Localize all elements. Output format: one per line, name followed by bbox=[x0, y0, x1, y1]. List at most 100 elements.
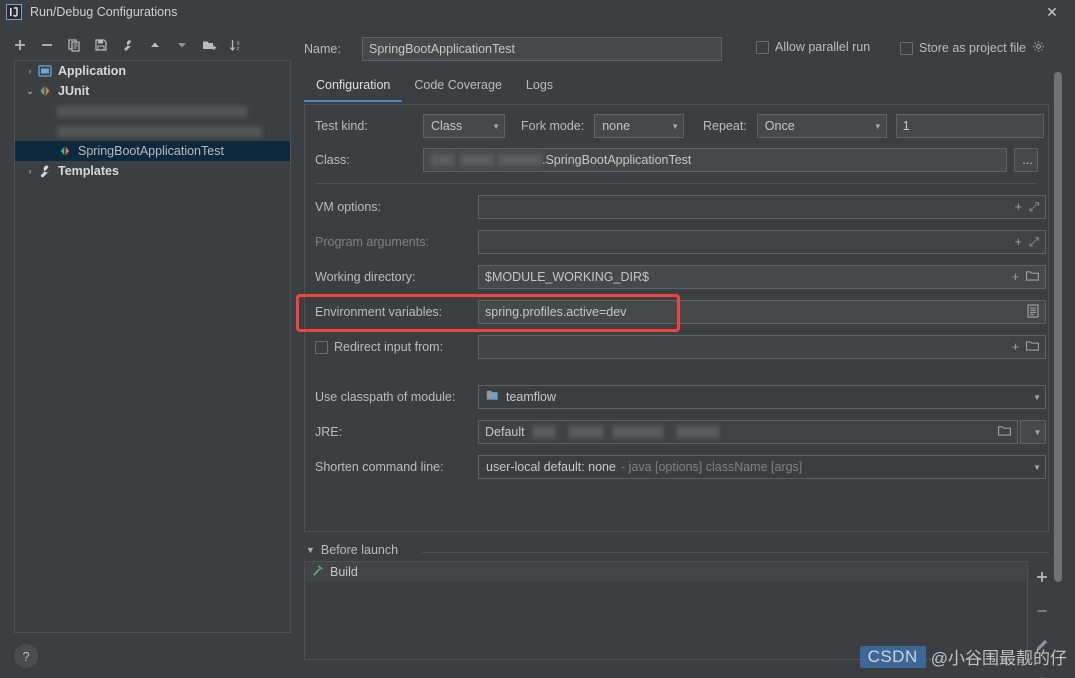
class-value: .SpringBootApplicationTest bbox=[542, 153, 692, 167]
title-bar: Run/Debug Configurations ✕ bbox=[0, 0, 1075, 24]
remove-before-launch-task-button[interactable] bbox=[1032, 601, 1052, 621]
junit-icon bbox=[60, 146, 70, 156]
use-classpath-value: teamflow bbox=[506, 390, 557, 404]
insert-macro-icon[interactable]: + bbox=[1015, 200, 1022, 214]
checkbox-box[interactable] bbox=[756, 40, 769, 54]
class-label: Class: bbox=[315, 153, 350, 167]
redirect-input-row: Redirect input from: + bbox=[315, 335, 1046, 359]
insert-macro-icon[interactable]: + bbox=[1012, 340, 1019, 354]
build-hammer-icon bbox=[311, 564, 324, 580]
configurations-tree[interactable]: › Application ⌄ JUnit SpringBootApplicat… bbox=[14, 60, 291, 633]
configuration-panel: Test kind: Class ▼ Fork mode: none ▼ Rep… bbox=[304, 104, 1049, 532]
chevron-right-icon[interactable]: › bbox=[23, 166, 37, 176]
sort-configurations-button[interactable]: a z bbox=[224, 34, 248, 56]
browse-folder-icon[interactable] bbox=[1026, 340, 1039, 355]
redacted-label bbox=[57, 105, 247, 117]
allow-parallel-run-label: Allow parallel run bbox=[775, 40, 871, 54]
fork-mode-value: none bbox=[602, 119, 631, 133]
svg-text:z: z bbox=[236, 46, 239, 52]
shorten-command-line-hint: - java [options] className [args] bbox=[620, 460, 803, 474]
insert-macro-icon[interactable]: + bbox=[1012, 270, 1019, 284]
before-launch-item-label: Build bbox=[330, 565, 358, 579]
vm-options-actions: + ⤢ bbox=[1015, 196, 1039, 218]
before-launch-header[interactable]: ▼ Before launch bbox=[306, 543, 398, 557]
repeat-label: Repeat: bbox=[703, 119, 747, 133]
redacted-label bbox=[57, 125, 262, 137]
environment-variables-input[interactable]: spring.profiles.active=dev bbox=[478, 300, 1046, 324]
vm-options-label: VM options: bbox=[315, 200, 382, 214]
chevron-right-icon[interactable]: › bbox=[23, 66, 37, 76]
use-classpath-dropdown[interactable]: teamflow ▼ bbox=[478, 385, 1046, 409]
browse-folder-icon[interactable] bbox=[998, 425, 1011, 440]
vm-options-input[interactable]: + ⤢ bbox=[478, 195, 1046, 219]
tree-item-redacted[interactable] bbox=[15, 101, 290, 121]
gear-icon[interactable] bbox=[1032, 40, 1045, 56]
class-browse-button[interactable]: ... bbox=[1014, 148, 1038, 172]
store-as-project-file-checkbox[interactable]: Store as project file bbox=[900, 40, 1045, 56]
shorten-command-line-value: user-local default: none bbox=[486, 460, 616, 474]
insert-macro-icon[interactable]: + bbox=[1015, 235, 1022, 249]
repeat-dropdown[interactable]: Once ▼ bbox=[756, 114, 887, 138]
environment-variables-label: Environment variables: bbox=[315, 305, 443, 319]
tree-item-redacted[interactable] bbox=[15, 121, 290, 141]
name-input[interactable]: SpringBootApplicationTest bbox=[362, 37, 722, 61]
checkbox-box[interactable] bbox=[900, 41, 913, 55]
working-directory-input[interactable]: $MODULE_WORKING_DIR$ + bbox=[478, 265, 1046, 289]
help-button[interactable]: ? bbox=[14, 644, 38, 668]
class-input[interactable]: .SpringBootApplicationTest bbox=[423, 148, 1007, 172]
expand-editor-icon[interactable]: ⤢ bbox=[1029, 200, 1039, 215]
redirect-input-checkbox[interactable]: Redirect input from: bbox=[315, 340, 478, 354]
redirect-input-field[interactable]: + bbox=[478, 335, 1046, 359]
watermark-badge: CSDN bbox=[859, 645, 926, 668]
configuration-content: Name: SpringBootApplicationTest Allow pa… bbox=[296, 30, 1061, 678]
checkbox-box[interactable] bbox=[315, 340, 328, 354]
wrench-icon bbox=[40, 165, 51, 178]
close-icon[interactable]: ✕ bbox=[1029, 0, 1075, 24]
new-folder-button[interactable] bbox=[197, 34, 221, 56]
collapse-triangle-icon[interactable]: ▼ bbox=[306, 545, 315, 555]
shorten-command-line-dropdown[interactable]: user-local default: none - java [options… bbox=[478, 455, 1046, 479]
fork-mode-dropdown[interactable]: none ▼ bbox=[594, 114, 685, 138]
content-scrollbar[interactable] bbox=[1054, 72, 1062, 582]
tab-logs[interactable]: Logs bbox=[514, 72, 565, 102]
expand-editor-icon[interactable]: ⤢ bbox=[1029, 235, 1039, 250]
tree-item-templates[interactable]: › Templates bbox=[15, 161, 290, 181]
before-launch-label: Before launch bbox=[320, 543, 399, 557]
copy-configuration-button[interactable] bbox=[62, 34, 86, 56]
move-down-button[interactable] bbox=[170, 34, 194, 56]
allow-parallel-run-checkbox[interactable]: Allow parallel run bbox=[756, 40, 870, 54]
jre-input[interactable]: Default bbox=[478, 420, 1018, 444]
fork-mode-row: Fork mode: none ▼ bbox=[521, 114, 685, 138]
tree-item-label: Templates bbox=[58, 164, 119, 178]
working-directory-label: Working directory: bbox=[315, 270, 416, 284]
chevron-down-icon[interactable]: ⌄ bbox=[23, 86, 37, 97]
edit-environment-variables-icon[interactable] bbox=[1027, 303, 1039, 321]
tree-item-junit[interactable]: ⌄ JUnit bbox=[15, 81, 290, 101]
save-configuration-button[interactable] bbox=[89, 34, 113, 56]
jre-dropdown-button[interactable]: ▼ bbox=[1020, 420, 1046, 444]
add-configuration-button[interactable] bbox=[8, 34, 32, 56]
application-icon bbox=[38, 65, 52, 77]
move-up-button[interactable] bbox=[143, 34, 167, 56]
remove-configuration-button[interactable] bbox=[35, 34, 59, 56]
before-launch-item-build[interactable]: Build bbox=[305, 562, 1027, 582]
browse-folder-icon[interactable] bbox=[1026, 270, 1039, 285]
test-kind-row: Test kind: Class ▼ bbox=[315, 114, 505, 138]
tab-configuration[interactable]: Configuration bbox=[304, 72, 403, 102]
repeat-count-input[interactable]: 1 bbox=[895, 114, 1044, 138]
test-kind-dropdown[interactable]: Class ▼ bbox=[423, 114, 505, 138]
tab-code-coverage[interactable]: Code Coverage bbox=[402, 72, 514, 102]
shorten-command-line-row: Shorten command line: user-local default… bbox=[315, 455, 1046, 479]
move-up-before-launch-task-button[interactable] bbox=[1032, 669, 1052, 678]
chevron-down-icon: ▼ bbox=[492, 121, 500, 131]
store-as-project-file-label: Store as project file bbox=[919, 41, 1026, 55]
program-arguments-actions: + ⤢ bbox=[1015, 231, 1039, 253]
tree-item-application[interactable]: › Application bbox=[15, 61, 290, 81]
add-before-launch-task-button[interactable] bbox=[1032, 567, 1052, 587]
name-row: Name: SpringBootApplicationTest bbox=[304, 37, 722, 61]
tree-item-springbootapplicationtest[interactable]: SpringBootApplicationTest bbox=[15, 141, 290, 161]
program-arguments-input[interactable]: + ⤢ bbox=[478, 230, 1046, 254]
fork-mode-label: Fork mode: bbox=[521, 119, 585, 133]
jre-row: JRE: Default ▼ bbox=[315, 420, 1046, 444]
edit-templates-button[interactable] bbox=[116, 34, 140, 56]
